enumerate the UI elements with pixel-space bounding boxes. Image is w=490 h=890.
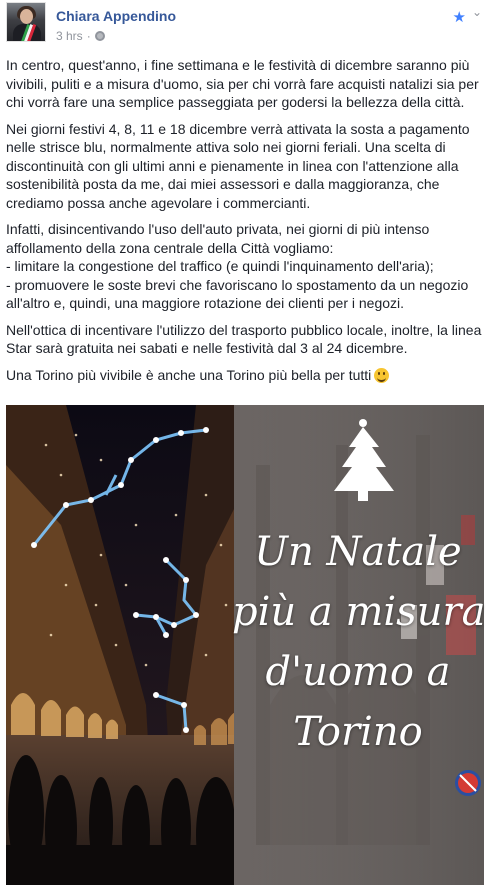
post-paragraph: Nell'ottica di incentivare l'utilizzo de… bbox=[6, 321, 482, 357]
post-meta: 3 hrs · bbox=[56, 29, 105, 43]
smile-emoji-icon bbox=[374, 367, 390, 383]
star-icon[interactable]: ★ bbox=[453, 8, 466, 26]
post-body: In centro, quest'anno, i fine settimana … bbox=[6, 56, 484, 392]
caption-line: Un Natale bbox=[254, 529, 462, 575]
globe-icon bbox=[94, 31, 105, 41]
facebook-post: Chiara Appendino 3 hrs · ★ ⌄ In centro, … bbox=[0, 0, 490, 890]
caption-line: Torino bbox=[293, 709, 423, 755]
author-name[interactable]: Chiara Appendino bbox=[56, 8, 176, 24]
avatar[interactable] bbox=[6, 2, 46, 42]
post-paragraph-last: Una Torino più vivibile è anche una Tori… bbox=[6, 366, 484, 385]
caption-line: più a misura bbox=[232, 589, 486, 635]
post-paragraph: Infatti, disincentivando l'uso dell'auto… bbox=[6, 221, 469, 311]
post-timestamp[interactable]: 3 hrs bbox=[56, 29, 83, 43]
post-paragraph: In centro, quest'anno, i fine settimana … bbox=[6, 57, 479, 110]
image-caption: Un Natale più a misura d'uomo a Torino bbox=[232, 522, 486, 762]
caption-line: d'uomo a bbox=[265, 649, 451, 695]
post-paragraph: Nei giorni festivi 4, 8, 11 e 18 dicembr… bbox=[6, 120, 470, 211]
separator-dot: · bbox=[86, 29, 91, 43]
post-paragraph-text: Una Torino più vivibile è anche una Tori… bbox=[6, 366, 372, 383]
post-header: Chiara Appendino 3 hrs · ★ ⌄ bbox=[6, 2, 484, 44]
chevron-down-icon[interactable]: ⌄ bbox=[472, 5, 482, 19]
